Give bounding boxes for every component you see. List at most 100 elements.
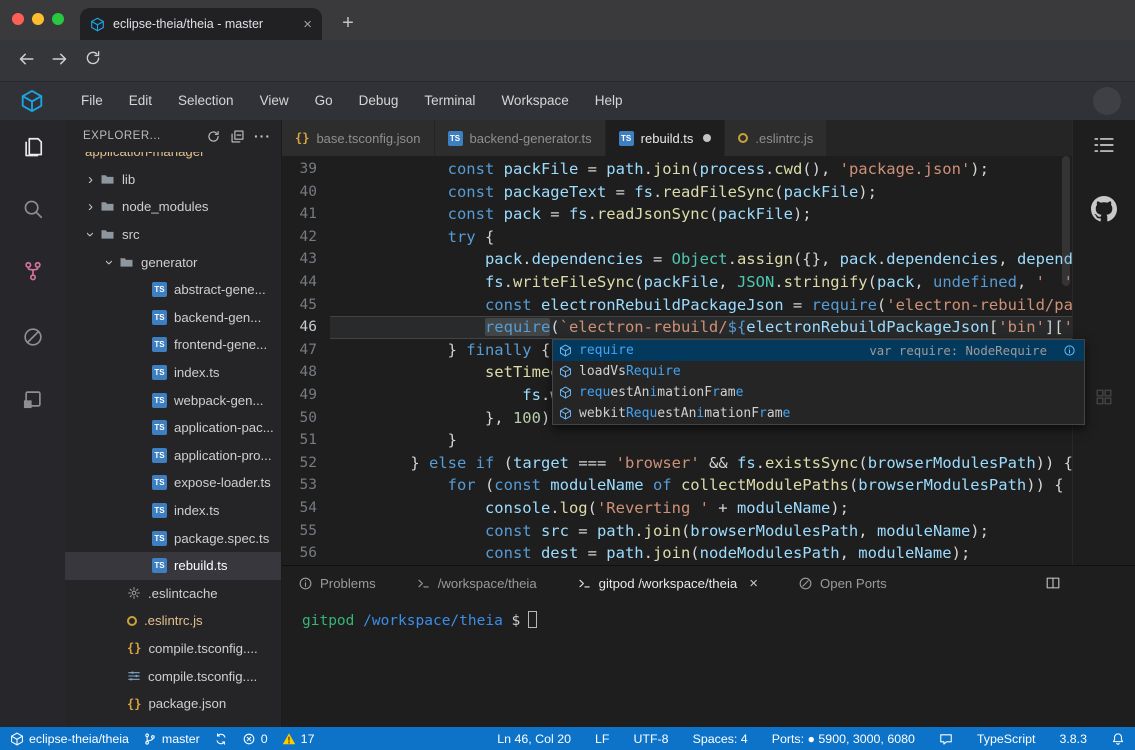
errors-indicator[interactable]: 0 (242, 732, 268, 746)
tab-terminal-2[interactable]: gitpod /workspace/theia× (577, 575, 758, 592)
tree-item-frontend-gene...[interactable]: TSfrontend-gene... (65, 331, 281, 359)
tree-item-compile.tsconfig....[interactable]: {}compile.tsconfig.... (65, 635, 281, 663)
code-line[interactable]: pack.dependencies = Object.assign({}, pa… (330, 248, 1072, 271)
tree-item-index.ts[interactable]: TSindex.ts (65, 359, 281, 387)
menu-file[interactable]: File (68, 82, 116, 120)
code-line[interactable]: const electronRebuildPackageJson = requi… (330, 294, 1072, 317)
editor-tab-rebuild.ts[interactable]: TSrebuild.ts (606, 120, 726, 156)
blocked-view-icon[interactable] (22, 326, 44, 353)
tree-item-lib[interactable]: ›lib (65, 166, 281, 194)
workspace-indicator[interactable]: eclipse-theia/theia (10, 732, 129, 746)
tab-close-icon[interactable]: × (303, 16, 312, 33)
code-line[interactable]: const src = path.join(browserModulesPath… (330, 520, 1072, 543)
tree-item-compile.tsconfig....[interactable]: compile.tsconfig.... (65, 662, 281, 690)
menu-workspace[interactable]: Workspace (488, 82, 581, 120)
code-line[interactable]: } (330, 429, 1072, 452)
tree-item-label: backend-gen... (174, 310, 261, 325)
github-view-icon[interactable] (1091, 196, 1117, 227)
code-line[interactable]: fs.writeFileSync(packFile, JSON.stringif… (330, 271, 1072, 294)
code-line[interactable]: const dest = path.join(nodeModulesPath, … (330, 542, 1072, 565)
ports-indicator[interactable]: Ports: ● 5900, 3000, 6080 (772, 732, 915, 746)
tree-item-package.spec.ts[interactable]: TSpackage.spec.ts (65, 524, 281, 552)
menu-edit[interactable]: Edit (116, 82, 165, 120)
code-line[interactable]: const packageText = fs.readFileSync(pack… (330, 181, 1072, 204)
refresh-explorer-button[interactable] (206, 129, 221, 144)
reload-icon[interactable] (84, 49, 102, 72)
editor-scrollbar[interactable] (1062, 156, 1070, 286)
notifications-bell[interactable] (1111, 732, 1125, 746)
search-view-icon[interactable] (22, 198, 44, 225)
tree-item-.eslintcache[interactable]: .eslintcache (65, 580, 281, 608)
language-indicator[interactable]: TypeScript (977, 732, 1036, 746)
window-minimize-button[interactable] (32, 13, 44, 25)
user-avatar[interactable] (1093, 87, 1121, 115)
explorer-view-icon[interactable] (22, 136, 44, 163)
terminal[interactable]: gitpod /workspace/theia $ (302, 611, 537, 629)
typescript-version[interactable]: 3.8.3 (1059, 732, 1087, 746)
tree-item-src[interactable]: ›src (65, 221, 281, 249)
encoding-indicator[interactable]: UTF-8 (633, 732, 668, 746)
outline-view-icon[interactable] (1093, 134, 1115, 161)
tree-item-.eslintrc.js[interactable]: .eslintrc.js (65, 607, 281, 635)
suggestion-item[interactable]: webkitRequestAnimationFrame (553, 403, 1084, 424)
code-line[interactable]: require(`electron-rebuild/${electronRebu… (330, 316, 1072, 339)
code-line[interactable]: const pack = fs.readJsonSync(packFile); (330, 203, 1072, 226)
menu-help[interactable]: Help (582, 82, 636, 120)
cursor-position[interactable]: Ln 46, Col 20 (497, 732, 571, 746)
suggestion-item[interactable]: requirevar require: NodeRequire (553, 340, 1084, 361)
tree-item-rebuild.ts[interactable]: TSrebuild.ts (65, 552, 281, 580)
window-zoom-button[interactable] (52, 13, 64, 25)
tab-problems[interactable]: Problems (298, 576, 376, 591)
tab-terminal-1[interactable]: /workspace/theia (416, 576, 537, 591)
suggestion-item[interactable]: loadVsRequire (553, 361, 1084, 382)
ts-file-icon: TS (152, 337, 167, 352)
source-control-view-icon[interactable] (22, 260, 44, 287)
tree-item-expose-loader.ts[interactable]: TSexpose-loader.ts (65, 469, 281, 497)
modified-dot-icon[interactable] (703, 134, 711, 142)
tree-item-generator[interactable]: ›generator (65, 248, 281, 276)
feedback-icon[interactable] (939, 732, 953, 746)
code-line[interactable]: for (const moduleName of collectModulePa… (330, 474, 1072, 497)
git-branch-indicator[interactable]: master (143, 732, 200, 746)
tree-item-node-modules[interactable]: ›node_modules (65, 193, 281, 221)
collapse-folders-button[interactable] (230, 129, 245, 144)
browser-tab[interactable]: eclipse-theia/theia - master × (80, 8, 322, 40)
line-number: 54 (287, 497, 317, 520)
tree-item-backend-gen...[interactable]: TSbackend-gen... (65, 304, 281, 332)
code-line[interactable]: try { (330, 226, 1072, 249)
back-icon[interactable] (16, 49, 36, 74)
more-actions-button[interactable]: ··· (254, 128, 271, 144)
new-tab-button[interactable]: + (334, 9, 362, 37)
editor-tab-base.tsconfig.json[interactable]: {}base.tsconfig.json (282, 120, 435, 156)
suggestion-item[interactable]: requestAnimationFrame (553, 382, 1084, 403)
sync-indicator[interactable] (214, 732, 228, 746)
tree-item-application-pro...[interactable]: TSapplication-pro... (65, 442, 281, 470)
window-close-button[interactable] (12, 13, 24, 25)
menu-view[interactable]: View (247, 82, 302, 120)
tree-item-webpack-gen...[interactable]: TSwebpack-gen... (65, 386, 281, 414)
code-line[interactable]: const packFile = path.join(process.cwd()… (330, 158, 1072, 181)
split-panel-icon[interactable] (1045, 575, 1061, 591)
status-right: Ln 46, Col 20 LF UTF-8 Spaces: 4 Ports: ● 59… (497, 732, 1125, 746)
menu-terminal[interactable]: Terminal (411, 82, 488, 120)
editor-tab-.eslintrc.js[interactable]: .eslintrc.js (725, 120, 827, 156)
warnings-indicator[interactable]: 17 (282, 732, 315, 746)
eol-indicator[interactable]: LF (595, 732, 609, 746)
menu-selection[interactable]: Selection (165, 82, 247, 120)
info-icon[interactable] (1063, 344, 1076, 357)
tree-item-index.ts[interactable]: TSindex.ts (65, 497, 281, 525)
menu-debug[interactable]: Debug (346, 82, 412, 120)
tab-open-ports[interactable]: Open Ports (798, 576, 887, 591)
code-line[interactable]: } else if (target === 'browser' && fs.ex… (330, 452, 1072, 475)
code-line[interactable]: console.log('Reverting ' + moduleName); (330, 497, 1072, 520)
tree-item-abstract-gene...[interactable]: TSabstract-gene... (65, 276, 281, 304)
forward-icon[interactable] (50, 49, 70, 74)
inactive-view-icon[interactable] (1095, 388, 1113, 411)
tree-item-application-pac...[interactable]: TSapplication-pac... (65, 414, 281, 442)
tree-item-package.json[interactable]: {}package.json (65, 690, 281, 718)
extensions-view-icon[interactable] (22, 388, 44, 415)
indentation-indicator[interactable]: Spaces: 4 (693, 732, 748, 746)
editor-tab-backend-generator.ts[interactable]: TSbackend-generator.ts (435, 120, 606, 156)
close-icon[interactable]: × (749, 575, 758, 592)
menu-go[interactable]: Go (302, 82, 346, 120)
